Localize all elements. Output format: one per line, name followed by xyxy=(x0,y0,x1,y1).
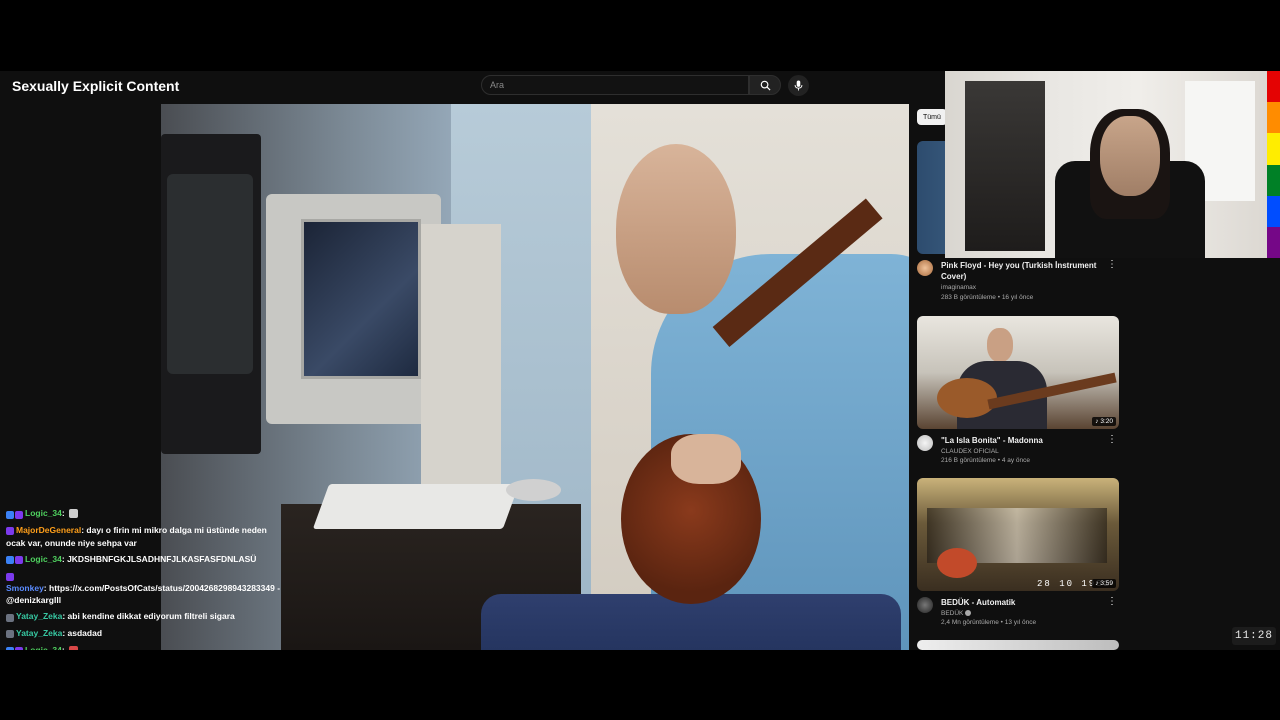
video-stats: 283 B görüntüleme • 16 yıl önce xyxy=(941,294,1034,301)
rainbow-flag xyxy=(1267,71,1280,259)
streamer-webcam xyxy=(945,71,1267,258)
chat-badges xyxy=(6,506,24,522)
youtube-header: Sexually Explicit Content xyxy=(0,71,945,104)
chat-username[interactable]: Logic_34 xyxy=(25,508,62,518)
chat-message: Logic_34: xyxy=(6,505,286,522)
stream-scene: Sexually Explicit Content Logic_34: Majo… xyxy=(0,71,1280,650)
chat-username[interactable]: Logic_34 xyxy=(25,554,62,564)
chat-badge-icon xyxy=(6,630,14,639)
channel-avatar[interactable] xyxy=(917,435,933,451)
chat-badges xyxy=(6,626,15,642)
channel-avatar[interactable] xyxy=(917,260,933,276)
chat-text: abi kendine dikkat ediyorum filtreli sig… xyxy=(67,611,235,621)
rainbow-stripe xyxy=(1267,71,1280,103)
chat-badge-icon xyxy=(6,613,14,622)
chat-badge-icon xyxy=(15,510,23,519)
video-stats: 216 B görüntüleme • 4 ay önce xyxy=(941,457,1031,464)
chat-badge-icon xyxy=(6,556,14,564)
video-scene-hand xyxy=(671,434,741,484)
rainbow-stripe xyxy=(1267,133,1280,165)
chat-badges xyxy=(6,551,24,567)
verified-check-icon xyxy=(965,610,972,617)
voice-search-button[interactable] xyxy=(788,75,809,96)
video-scene-mouse xyxy=(506,479,561,501)
channel-name[interactable]: imaginamax xyxy=(941,284,976,291)
rainbow-stripe xyxy=(1267,102,1280,134)
microphone-icon xyxy=(794,80,803,91)
search-icon xyxy=(760,80,771,91)
chat-badge-icon xyxy=(15,556,23,564)
chat-badge-icon xyxy=(6,647,14,650)
chat-message: MajorDeGeneral: dayı o firin mi mikro da… xyxy=(6,522,286,551)
chat-username[interactable]: Smonkey xyxy=(6,583,44,593)
rainbow-stripe xyxy=(1267,195,1280,227)
chat-message: Logic_34: JKDSHBNFGKJLSADHNFJLKASFASFDNL… xyxy=(6,551,286,568)
video-thumbnail[interactable] xyxy=(917,640,1119,650)
video-duration: ♪ 3:59 xyxy=(1092,579,1116,588)
video-thumbnail[interactable]: ♪ 3:20 xyxy=(917,316,1119,429)
channel-avatar[interactable] xyxy=(917,597,933,613)
more-options-icon[interactable]: ⋮ xyxy=(1107,597,1117,607)
chat-username[interactable]: MajorDeGeneral xyxy=(16,525,81,535)
video-scene-tv xyxy=(161,134,261,454)
chat-badges xyxy=(6,642,24,650)
video-scene-head xyxy=(616,144,736,314)
clock: 11:28 xyxy=(1232,627,1276,645)
search-button[interactable] xyxy=(749,75,781,95)
search-input[interactable] xyxy=(481,75,749,95)
chat-username[interactable]: Logic_34 xyxy=(25,645,62,651)
chat-message: Logic_34: xyxy=(6,642,286,651)
chat-badge-icon xyxy=(15,647,23,650)
video-duration: ♪ 3:20 xyxy=(1092,417,1116,426)
recommended-video-card[interactable]: ♪ 3:20 "La Isla Bonita" - Madonna CLAUDE… xyxy=(917,316,1119,475)
recommended-video-card[interactable]: 28 10 1982 ♪ 3:59 BEDÜK - Automatik BEDÜ… xyxy=(917,478,1119,637)
channel-name-text: BEDÜK xyxy=(941,610,964,617)
chat-text: asdadad xyxy=(67,627,103,638)
chat-message: Yatay_Zeka: asdadad xyxy=(6,625,286,642)
chat-text: JKDSHBNFGKJLSADHNFJLKASFASFDNLASÜ xyxy=(67,553,257,564)
more-options-icon[interactable]: ⋮ xyxy=(1107,435,1117,445)
video-scene-keyboard xyxy=(312,484,520,529)
video-thumbnail[interactable]: 28 10 1982 ♪ 3:59 xyxy=(917,478,1119,591)
page-title: Sexually Explicit Content xyxy=(12,78,180,94)
video-title[interactable]: Pink Floyd - Hey you (Turkish İnstrument… xyxy=(941,260,1106,282)
video-title[interactable]: "La Isla Bonita" - Madonna xyxy=(941,435,1106,446)
chat-badge-icon xyxy=(6,527,14,536)
chat-badge-icon xyxy=(6,510,14,519)
chat-separator: : xyxy=(61,508,68,518)
video-stats: 2,4 Mn görüntüleme • 13 yıl önce xyxy=(941,619,1037,626)
chat-emote-icon xyxy=(69,645,79,650)
filter-chip-all[interactable]: Tümü xyxy=(917,109,947,125)
chat-badges xyxy=(6,570,15,582)
video-title[interactable]: BEDÜK - Automatik xyxy=(941,597,1106,608)
rainbow-stripe xyxy=(1267,164,1280,196)
webcam-closet xyxy=(965,81,1045,251)
chat-username[interactable]: Yatay_Zeka xyxy=(16,611,62,621)
chat-overlay: Logic_34: MajorDeGeneral: dayı o firin m… xyxy=(6,505,286,650)
channel-name[interactable]: BEDÜK xyxy=(941,610,972,617)
chat-message: Yatay_Zeka: abi kendine dikkat ediyorum … xyxy=(6,608,286,625)
rainbow-stripe xyxy=(1267,226,1280,259)
chat-badges xyxy=(6,609,15,625)
chat-badges xyxy=(6,525,15,537)
channel-name[interactable]: CLAUDEX OFICIAL xyxy=(941,448,999,455)
chat-emote-icon xyxy=(69,509,79,519)
chat-separator: : xyxy=(61,644,68,651)
recommended-video-card[interactable] xyxy=(917,640,1119,650)
chat-username[interactable]: Yatay_Zeka xyxy=(16,628,62,638)
video-scene-monitor-screen xyxy=(301,219,421,379)
more-options-icon[interactable]: ⋮ xyxy=(1107,260,1117,270)
chat-badge-icon xyxy=(6,572,14,581)
chat-message: Smonkey: https://x.com/PostsOfCats/statu… xyxy=(6,567,286,608)
webcam-streamer-face xyxy=(1100,116,1160,196)
video-scene-pc-tower xyxy=(421,224,501,524)
